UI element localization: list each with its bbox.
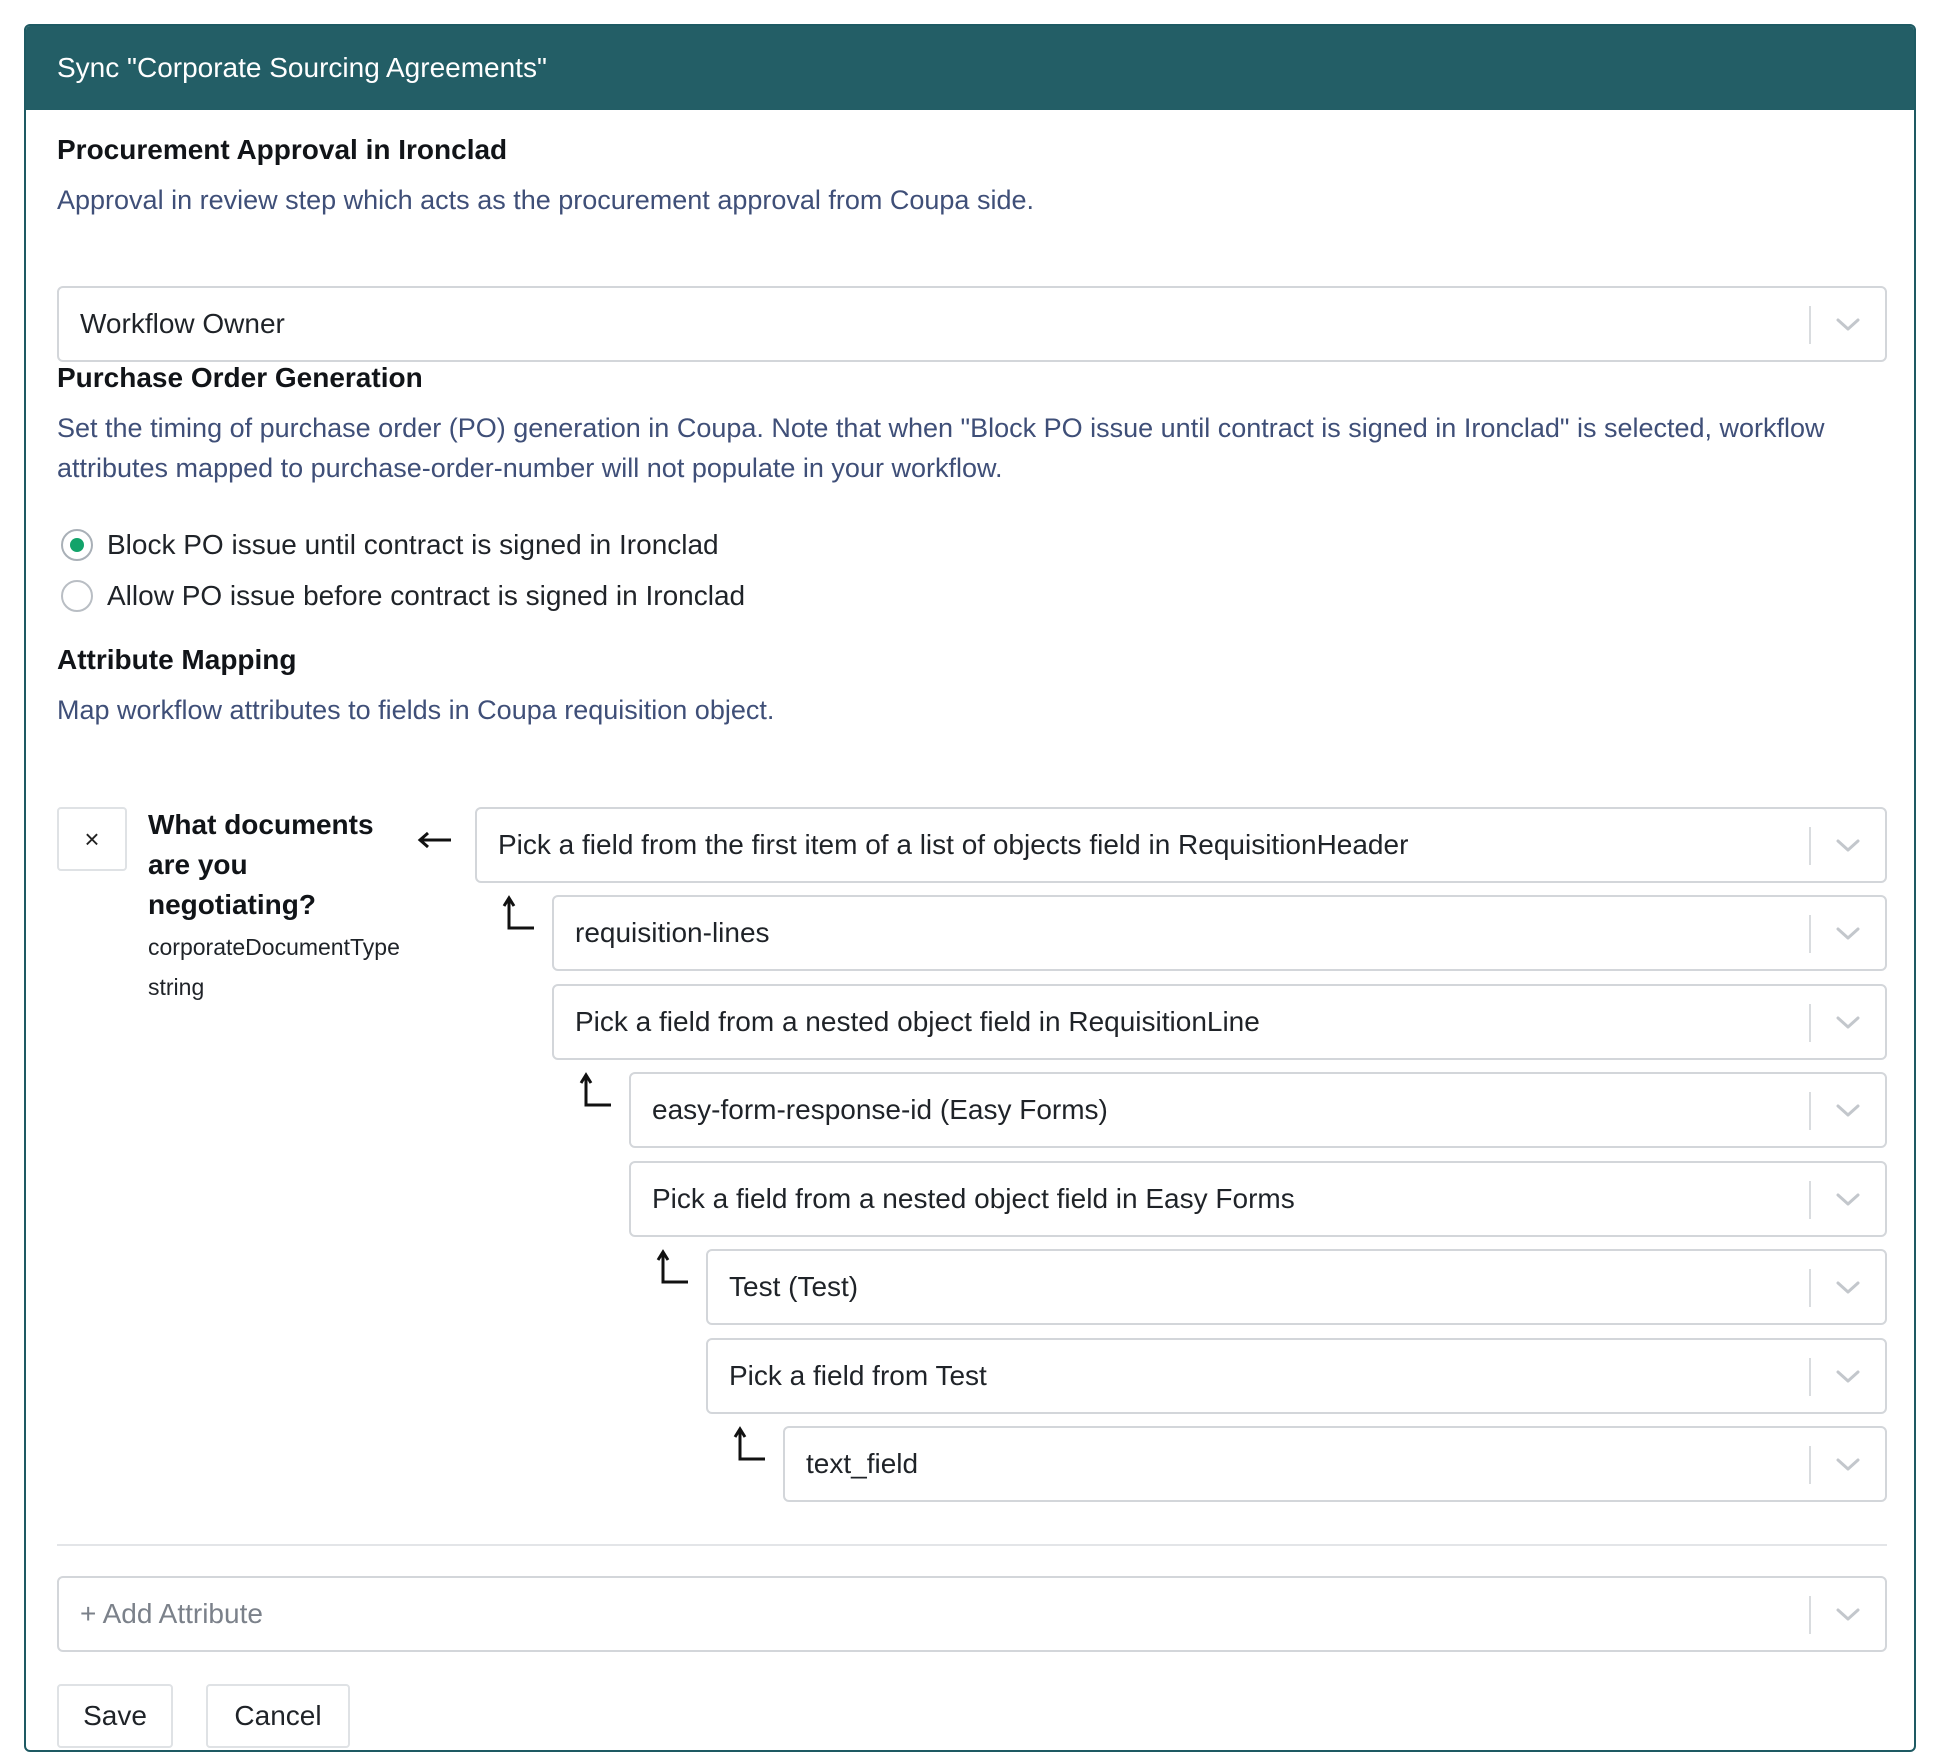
chevron-down-icon[interactable]: [1834, 1098, 1862, 1122]
chevron-down-icon[interactable]: [1834, 1010, 1862, 1034]
attribute-type: string: [148, 974, 205, 1000]
nested-arrow-icon: [733, 1426, 765, 1461]
field-select-level-2[interactable]: requisition-lines: [552, 895, 1887, 971]
radio-allow-po[interactable]: Allow PO issue before contract is signed…: [61, 578, 745, 614]
select-separator: [1809, 1004, 1811, 1042]
select-separator: [1809, 915, 1811, 953]
section-divider: [57, 1544, 1887, 1546]
chevron-down-icon[interactable]: [1834, 312, 1862, 336]
select-separator: [1809, 1092, 1811, 1130]
field-select-level-1[interactable]: Pick a field from the first item of a li…: [475, 807, 1887, 883]
remove-attribute-button[interactable]: ×: [57, 807, 127, 871]
nested-arrow-icon: [656, 1249, 688, 1284]
field-select-level-5[interactable]: Pick a field from a nested object field …: [629, 1161, 1887, 1237]
select-separator: [1809, 827, 1811, 865]
chevron-down-icon[interactable]: [1834, 1364, 1862, 1388]
field-select-value: requisition-lines: [575, 917, 770, 948]
field-select-value: Pick a field from Test: [729, 1360, 987, 1391]
sync-modal: Sync "Corporate Sourcing Agreements" Pro…: [24, 24, 1916, 1752]
attribute-title: What documents are you negotiating?: [148, 809, 374, 920]
radio-block-po[interactable]: Block PO issue until contract is signed …: [61, 527, 719, 563]
procurement-approver-select[interactable]: Workflow Owner: [57, 286, 1887, 362]
radio-button[interactable]: [61, 580, 93, 612]
add-attribute-placeholder: + Add Attribute: [80, 1598, 263, 1629]
select-separator: [1809, 1596, 1811, 1634]
select-separator: [1809, 1358, 1811, 1396]
purchase-order-heading: Purchase Order Generation: [57, 362, 423, 393]
nested-arrow-icon: [579, 1072, 611, 1107]
chevron-down-icon[interactable]: [1834, 1275, 1862, 1299]
cancel-button[interactable]: Cancel: [206, 1684, 350, 1748]
chevron-down-icon[interactable]: [1834, 1187, 1862, 1211]
field-select-level-8[interactable]: text_field: [783, 1426, 1887, 1502]
radio-button-checked[interactable]: [61, 529, 93, 561]
add-attribute-select[interactable]: + Add Attribute: [57, 1576, 1887, 1652]
field-select-value: Test (Test): [729, 1271, 859, 1302]
purchase-order-description: Set the timing of purchase order (PO) ge…: [57, 413, 1825, 483]
select-separator: [1809, 306, 1811, 344]
field-select-level-3[interactable]: Pick a field from a nested object field …: [552, 984, 1887, 1060]
chevron-down-icon[interactable]: [1834, 1602, 1862, 1626]
field-select-level-6[interactable]: Test (Test): [706, 1249, 1887, 1325]
radio-label: Block PO issue until contract is signed …: [107, 529, 719, 560]
field-select-level-7[interactable]: Pick a field from Test: [706, 1338, 1887, 1414]
attribute-key: corporateDocumentType: [148, 934, 400, 960]
field-select-level-4[interactable]: easy-form-response-id (Easy Forms): [629, 1072, 1887, 1148]
save-button[interactable]: Save: [57, 1684, 173, 1748]
field-select-value: Pick a field from a nested object field …: [652, 1183, 1295, 1214]
chevron-down-icon[interactable]: [1834, 921, 1862, 945]
chevron-down-icon[interactable]: [1834, 1452, 1862, 1476]
radio-label: Allow PO issue before contract is signed…: [107, 580, 746, 611]
chevron-down-icon[interactable]: [1834, 833, 1862, 857]
attribute-mapping-description: Map workflow attributes to fields in Cou…: [57, 695, 775, 725]
modal-title: Sync "Corporate Sourcing Agreements": [26, 26, 1914, 110]
select-separator: [1809, 1269, 1811, 1307]
select-separator: [1809, 1181, 1811, 1219]
field-select-value: Pick a field from a nested object field …: [575, 1006, 1260, 1037]
close-icon: ×: [84, 823, 100, 854]
attribute-mapping-heading: Attribute Mapping: [57, 644, 297, 675]
field-select-value: Pick a field from the first item of a li…: [498, 829, 1409, 860]
procurement-heading: Procurement Approval in Ironclad: [57, 134, 508, 165]
procurement-description: Approval in review step which acts as th…: [57, 185, 1034, 215]
field-select-value: text_field: [806, 1448, 919, 1479]
field-select-value: easy-form-response-id (Easy Forms): [652, 1094, 1108, 1125]
select-separator: [1809, 1446, 1811, 1484]
procurement-approver-value: Workflow Owner: [80, 308, 285, 339]
nested-arrow-icon: [502, 895, 534, 930]
arrow-left-icon: [417, 831, 451, 849]
